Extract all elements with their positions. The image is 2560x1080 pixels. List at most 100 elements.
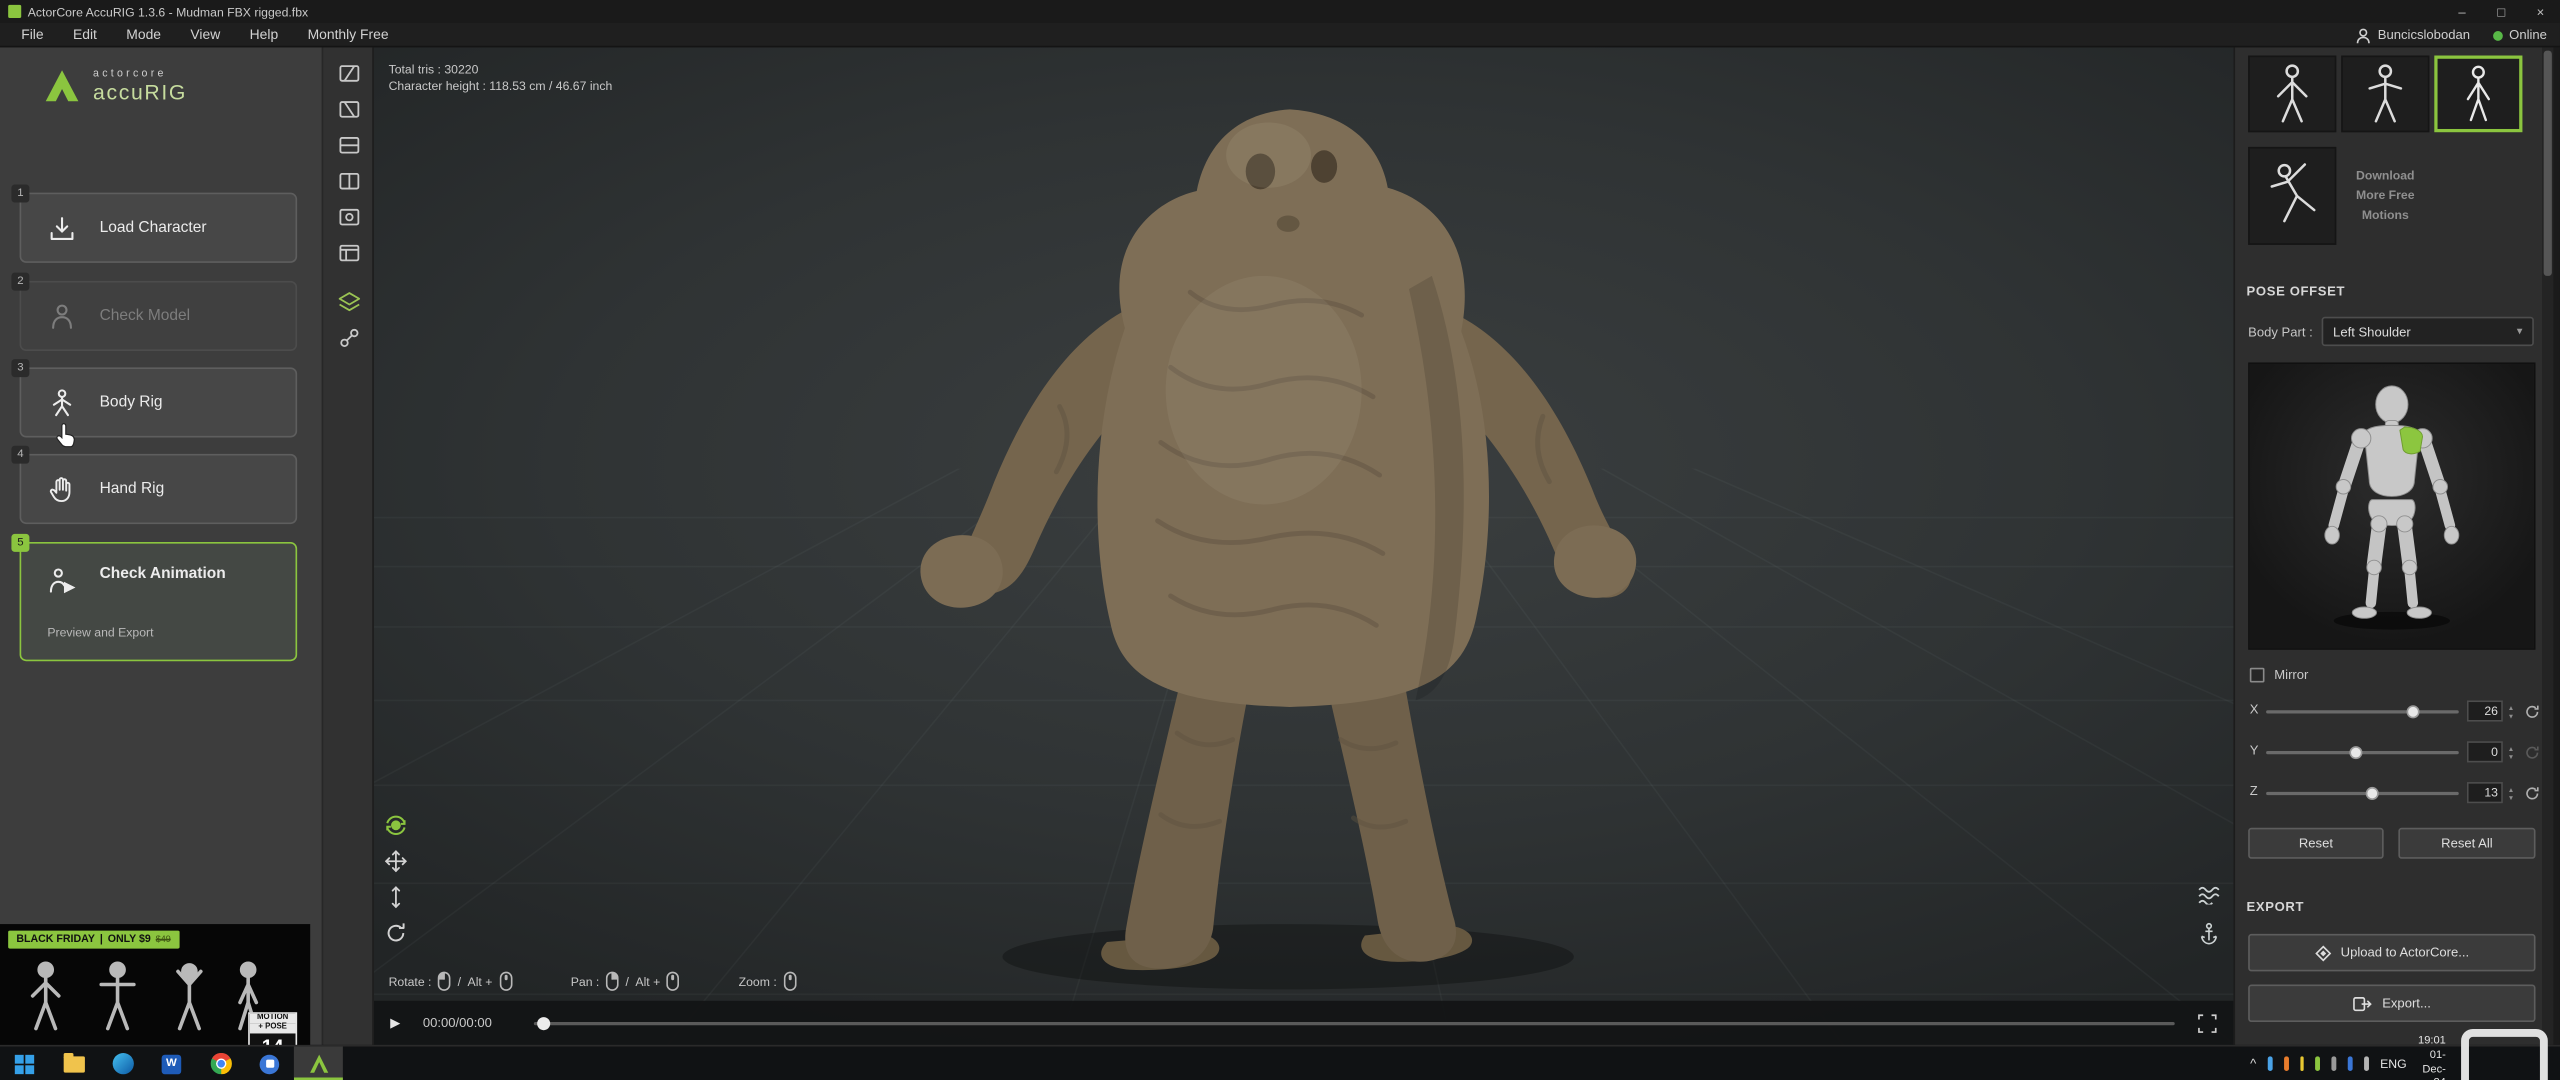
mouse-right-button-icon bbox=[606, 971, 619, 991]
spin-down-icon[interactable]: ▼ bbox=[2504, 793, 2517, 801]
timeline-thumb[interactable] bbox=[537, 1016, 551, 1030]
export-label: Export... bbox=[2382, 995, 2431, 1011]
blue-tray-icon[interactable] bbox=[2347, 1056, 2353, 1072]
close-button[interactable]: × bbox=[2521, 0, 2560, 23]
menu-mode[interactable]: Mode bbox=[112, 23, 176, 46]
menu-file[interactable]: File bbox=[7, 23, 59, 46]
orbit-button[interactable] bbox=[384, 813, 408, 837]
step-check-animation[interactable]: 5 Check Animation Preview and Export bbox=[11, 533, 298, 662]
x-slider-thumb[interactable] bbox=[2405, 705, 2420, 719]
word-icon: W bbox=[161, 1053, 182, 1074]
play-button[interactable]: ▶ bbox=[390, 1016, 410, 1031]
bone-probe-button[interactable] bbox=[335, 323, 363, 351]
x-value-input[interactable] bbox=[2466, 700, 2503, 722]
y-value-input[interactable] bbox=[2466, 741, 2503, 763]
character-model[interactable] bbox=[920, 109, 1637, 990]
yellow-tray-icon[interactable] bbox=[2299, 1056, 2305, 1072]
reset-view-button[interactable] bbox=[384, 921, 408, 945]
timeline-scrubber[interactable] bbox=[533, 1016, 2175, 1030]
reset-button[interactable]: Reset bbox=[2248, 827, 2384, 859]
step-4-badge: 4 bbox=[11, 445, 30, 464]
menu-monthly-free[interactable]: Monthly Free bbox=[293, 23, 403, 46]
camera-view-button-1[interactable] bbox=[335, 59, 363, 87]
y-reset-icon[interactable] bbox=[2524, 744, 2540, 760]
start-button[interactable] bbox=[0, 1047, 49, 1080]
pan-button[interactable] bbox=[384, 849, 408, 873]
upload-to-actorcore-button[interactable]: Upload to ActorCore... bbox=[2248, 933, 2536, 972]
spin-down-icon[interactable]: ▼ bbox=[2504, 711, 2517, 719]
camera-view-icon bbox=[338, 243, 359, 261]
motion-thumbnail-3-selected[interactable] bbox=[2434, 55, 2523, 133]
z-slider-thumb[interactable] bbox=[2365, 786, 2379, 800]
camera-view-button-6[interactable] bbox=[335, 238, 363, 266]
mirror-checkbox[interactable] bbox=[2249, 667, 2265, 683]
chrome-button[interactable] bbox=[196, 1047, 245, 1080]
spin-up-icon[interactable]: ▲ bbox=[2504, 703, 2517, 711]
scrollbar-thumb[interactable] bbox=[2543, 50, 2552, 276]
zoom-button[interactable] bbox=[384, 885, 408, 909]
clock[interactable]: 19:01 01-Dec-24 bbox=[2418, 1035, 2446, 1080]
motion-thumbnail-4[interactable] bbox=[2248, 146, 2337, 245]
download-more-motions[interactable]: Download More Free Motions bbox=[2341, 147, 2429, 245]
edge-browser-button[interactable] bbox=[98, 1047, 147, 1080]
camera-view-icon bbox=[338, 208, 359, 225]
hidden-icons-button[interactable]: ^ bbox=[2250, 1056, 2256, 1071]
gray-tray-icon[interactable] bbox=[2331, 1056, 2337, 1072]
menu-bar: File Edit Mode View Help Monthly Free Bu… bbox=[0, 22, 2560, 48]
motion-thumbnail-1[interactable] bbox=[2248, 55, 2337, 133]
pose-preview-canvas[interactable] bbox=[2248, 362, 2536, 650]
panel-scrollbar[interactable] bbox=[2542, 47, 2554, 1045]
step-2-label: Check Model bbox=[99, 306, 191, 325]
minimize-button[interactable]: – bbox=[2442, 0, 2481, 23]
y-slider-thumb[interactable] bbox=[2350, 746, 2364, 760]
network-tray-icon[interactable] bbox=[2364, 1056, 2369, 1072]
camera-view-button-5[interactable] bbox=[335, 202, 363, 230]
anchor-button[interactable] bbox=[2196, 921, 2220, 945]
camera-view-icon bbox=[338, 136, 359, 153]
layers-button[interactable] bbox=[335, 287, 363, 315]
x-reset-icon[interactable] bbox=[2524, 704, 2540, 720]
system-tray: ^ ENG 19:01 01-Dec-24 bbox=[2250, 1028, 2552, 1080]
badge-pose-label: + POSE bbox=[249, 1023, 296, 1034]
account-menu[interactable]: Buncicslobodan bbox=[2357, 27, 2470, 43]
step-hand-rig[interactable]: 4 Hand Rig bbox=[11, 445, 298, 525]
orange-tray-icon[interactable] bbox=[2283, 1056, 2289, 1072]
z-slider-track[interactable] bbox=[2266, 786, 2459, 800]
z-reset-icon[interactable] bbox=[2524, 785, 2540, 801]
accurig-taskbar-button[interactable] bbox=[293, 1046, 343, 1080]
step-load-character[interactable]: 1 Load Character bbox=[11, 184, 298, 263]
floor-contact-button[interactable] bbox=[2196, 882, 2220, 906]
x-slider-track[interactable] bbox=[2266, 705, 2459, 719]
word-button[interactable]: W bbox=[147, 1047, 196, 1080]
maximize-button[interactable]: □ bbox=[2482, 0, 2521, 23]
viewport-3d[interactable]: Total tris : 30220 Character height : 11… bbox=[373, 47, 2234, 1045]
file-explorer-button[interactable] bbox=[49, 1047, 98, 1080]
spin-up-icon[interactable]: ▲ bbox=[2504, 744, 2517, 752]
action-center-icon[interactable] bbox=[2457, 1016, 2552, 1080]
camera-view-button-3[interactable] bbox=[335, 131, 363, 159]
export-title: EXPORT bbox=[2246, 899, 2305, 915]
spin-up-icon[interactable]: ▲ bbox=[2504, 784, 2517, 792]
y-slider-track[interactable] bbox=[2266, 746, 2459, 760]
3d-scene[interactable] bbox=[373, 47, 2234, 1045]
window-title: ActorCore AccuRIG 1.3.6 - Mudman FBX rig… bbox=[27, 4, 309, 19]
fullscreen-icon[interactable] bbox=[2198, 1013, 2218, 1033]
menu-help[interactable]: Help bbox=[235, 23, 293, 46]
camera-view-button-2[interactable] bbox=[335, 95, 363, 123]
camera-view-button-4[interactable] bbox=[335, 167, 363, 195]
hint-alt-plus: Alt + bbox=[467, 973, 493, 989]
clock-date: 01-Dec-24 bbox=[2422, 1049, 2446, 1080]
bluetooth-tray-icon[interactable] bbox=[2267, 1056, 2273, 1072]
app-window: ActorCore AccuRIG 1.3.6 - Mudman FBX rig… bbox=[0, 0, 2560, 1080]
body-part-select[interactable]: Left Shoulder ▾ bbox=[2321, 316, 2534, 347]
reset-all-button[interactable]: Reset All bbox=[2398, 827, 2536, 859]
motion-thumbnail-2[interactable] bbox=[2341, 55, 2430, 133]
menu-view[interactable]: View bbox=[176, 23, 235, 46]
z-value-input[interactable] bbox=[2466, 782, 2503, 804]
spin-down-icon[interactable]: ▼ bbox=[2504, 752, 2517, 760]
green-tray-icon[interactable] bbox=[2315, 1056, 2321, 1072]
language-indicator[interactable]: ENG bbox=[2380, 1056, 2407, 1071]
blue-circle-app-button[interactable] bbox=[245, 1047, 294, 1080]
menu-edit[interactable]: Edit bbox=[58, 23, 111, 46]
camera-view-icon bbox=[338, 100, 359, 117]
